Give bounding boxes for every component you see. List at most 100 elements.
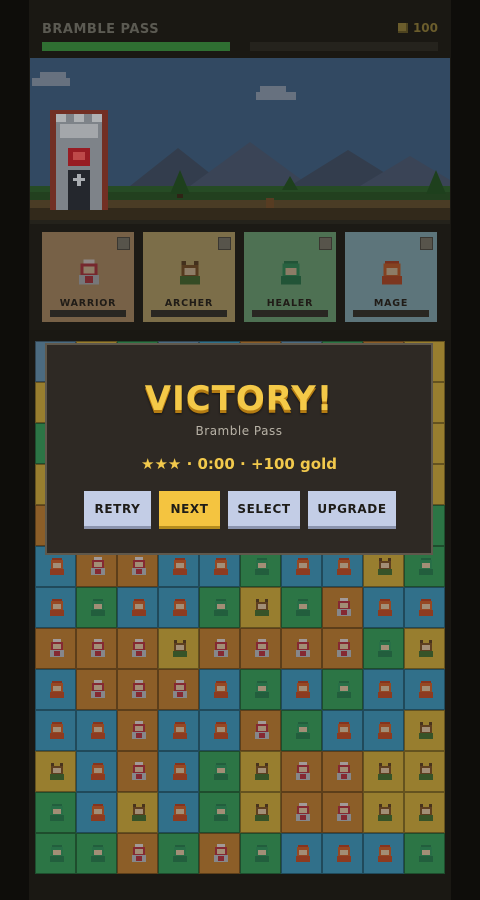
board-tile[interactable] [76, 751, 117, 792]
board-tile[interactable] [240, 751, 281, 792]
board-tile[interactable] [404, 792, 445, 833]
board-tile[interactable] [240, 669, 281, 710]
board-tile[interactable] [76, 792, 117, 833]
select-button[interactable]: SELECT [228, 491, 300, 529]
board-tile[interactable] [199, 669, 240, 710]
board-tile[interactable] [199, 710, 240, 751]
scene-art [30, 58, 450, 220]
board-tile[interactable] [158, 833, 199, 874]
board-tile[interactable] [404, 628, 445, 669]
board-tile[interactable] [281, 710, 322, 751]
board-tile[interactable] [363, 587, 404, 628]
board-tile[interactable] [404, 833, 445, 874]
board-tile[interactable] [240, 833, 281, 874]
board-tile[interactable] [117, 792, 158, 833]
board-tile[interactable] [35, 710, 76, 751]
hero-tile-icon [337, 762, 351, 780]
board-tile[interactable] [281, 792, 322, 833]
board-tile[interactable] [240, 628, 281, 669]
board-tile[interactable] [240, 710, 281, 751]
hero-tile-icon [255, 639, 269, 657]
hero-tile-icon [132, 557, 146, 575]
hero-tile-icon [378, 845, 392, 862]
board-tile[interactable] [117, 669, 158, 710]
hero-card-archer[interactable]: ARCHER [143, 232, 235, 322]
board-tile[interactable] [322, 792, 363, 833]
hero-tile-icon [296, 803, 310, 821]
board-tile[interactable] [322, 669, 363, 710]
board-tile[interactable] [322, 833, 363, 874]
board-tile[interactable] [363, 833, 404, 874]
hero-tile-icon [173, 722, 187, 739]
board-tile[interactable] [117, 751, 158, 792]
hero-tile-icon [214, 722, 228, 739]
board-tile[interactable] [35, 669, 76, 710]
hero-tile-icon [337, 681, 351, 698]
board-tile[interactable] [322, 587, 363, 628]
hero-card-warrior[interactable]: WARRIOR [42, 232, 134, 322]
hero-tile-icon [296, 558, 310, 575]
board-tile[interactable] [404, 710, 445, 751]
board-tile[interactable] [158, 751, 199, 792]
hero-card-mage[interactable]: MAGE [345, 232, 437, 322]
board-tile[interactable] [240, 792, 281, 833]
board-tile[interactable] [35, 628, 76, 669]
board-tile[interactable] [76, 628, 117, 669]
board-tile[interactable] [281, 833, 322, 874]
board-tile[interactable] [363, 751, 404, 792]
board-tile[interactable] [281, 751, 322, 792]
hero-tile-icon [419, 722, 433, 739]
board-tile[interactable] [35, 751, 76, 792]
board-tile[interactable] [281, 628, 322, 669]
board-tile[interactable] [240, 587, 281, 628]
board-tile[interactable] [404, 669, 445, 710]
hero-tile-icon [132, 639, 146, 657]
board-tile[interactable] [199, 792, 240, 833]
board-tile[interactable] [158, 669, 199, 710]
board-tile[interactable] [117, 710, 158, 751]
board-tile[interactable] [35, 587, 76, 628]
next-button[interactable]: NEXT [159, 491, 220, 529]
board-tile[interactable] [158, 792, 199, 833]
hero-tile-icon [50, 558, 64, 575]
board-tile[interactable] [76, 710, 117, 751]
hero-tile-icon [296, 722, 310, 739]
victory-level-name: Bramble Pass [195, 424, 283, 438]
hero-tile-icon [91, 763, 105, 780]
hero-tile-icon [173, 640, 187, 657]
hero-card-healer[interactable]: HEALER [244, 232, 336, 322]
board-tile[interactable] [363, 669, 404, 710]
board-tile[interactable] [35, 792, 76, 833]
board-tile[interactable] [363, 628, 404, 669]
retry-button[interactable]: RETRY [84, 491, 151, 529]
board-tile[interactable] [281, 587, 322, 628]
board-tile[interactable] [158, 628, 199, 669]
board-tile[interactable] [322, 710, 363, 751]
board-tile[interactable] [281, 669, 322, 710]
board-tile[interactable] [117, 833, 158, 874]
enemy-progress-bar [250, 42, 438, 51]
board-tile[interactable] [322, 628, 363, 669]
board-tile[interactable] [158, 587, 199, 628]
upgrade-button[interactable]: UPGRADE [308, 491, 396, 529]
board-tile[interactable] [199, 751, 240, 792]
board-tile[interactable] [76, 669, 117, 710]
board-tile[interactable] [117, 628, 158, 669]
hero-tile-icon [91, 804, 105, 821]
board-tile[interactable] [363, 792, 404, 833]
board-tile[interactable] [76, 833, 117, 874]
board-tile[interactable] [117, 587, 158, 628]
board-tile[interactable] [35, 833, 76, 874]
board-tile[interactable] [199, 833, 240, 874]
board-tile[interactable] [158, 710, 199, 751]
hero-tile-icon [173, 845, 187, 862]
hero-tile-icon [419, 804, 433, 821]
board-tile[interactable] [404, 751, 445, 792]
board-tile[interactable] [404, 587, 445, 628]
board-tile[interactable] [199, 628, 240, 669]
board-tile[interactable] [76, 587, 117, 628]
board-tile[interactable] [199, 587, 240, 628]
board-tile[interactable] [363, 710, 404, 751]
board-tile[interactable] [322, 751, 363, 792]
hero-tile-icon [50, 681, 64, 698]
